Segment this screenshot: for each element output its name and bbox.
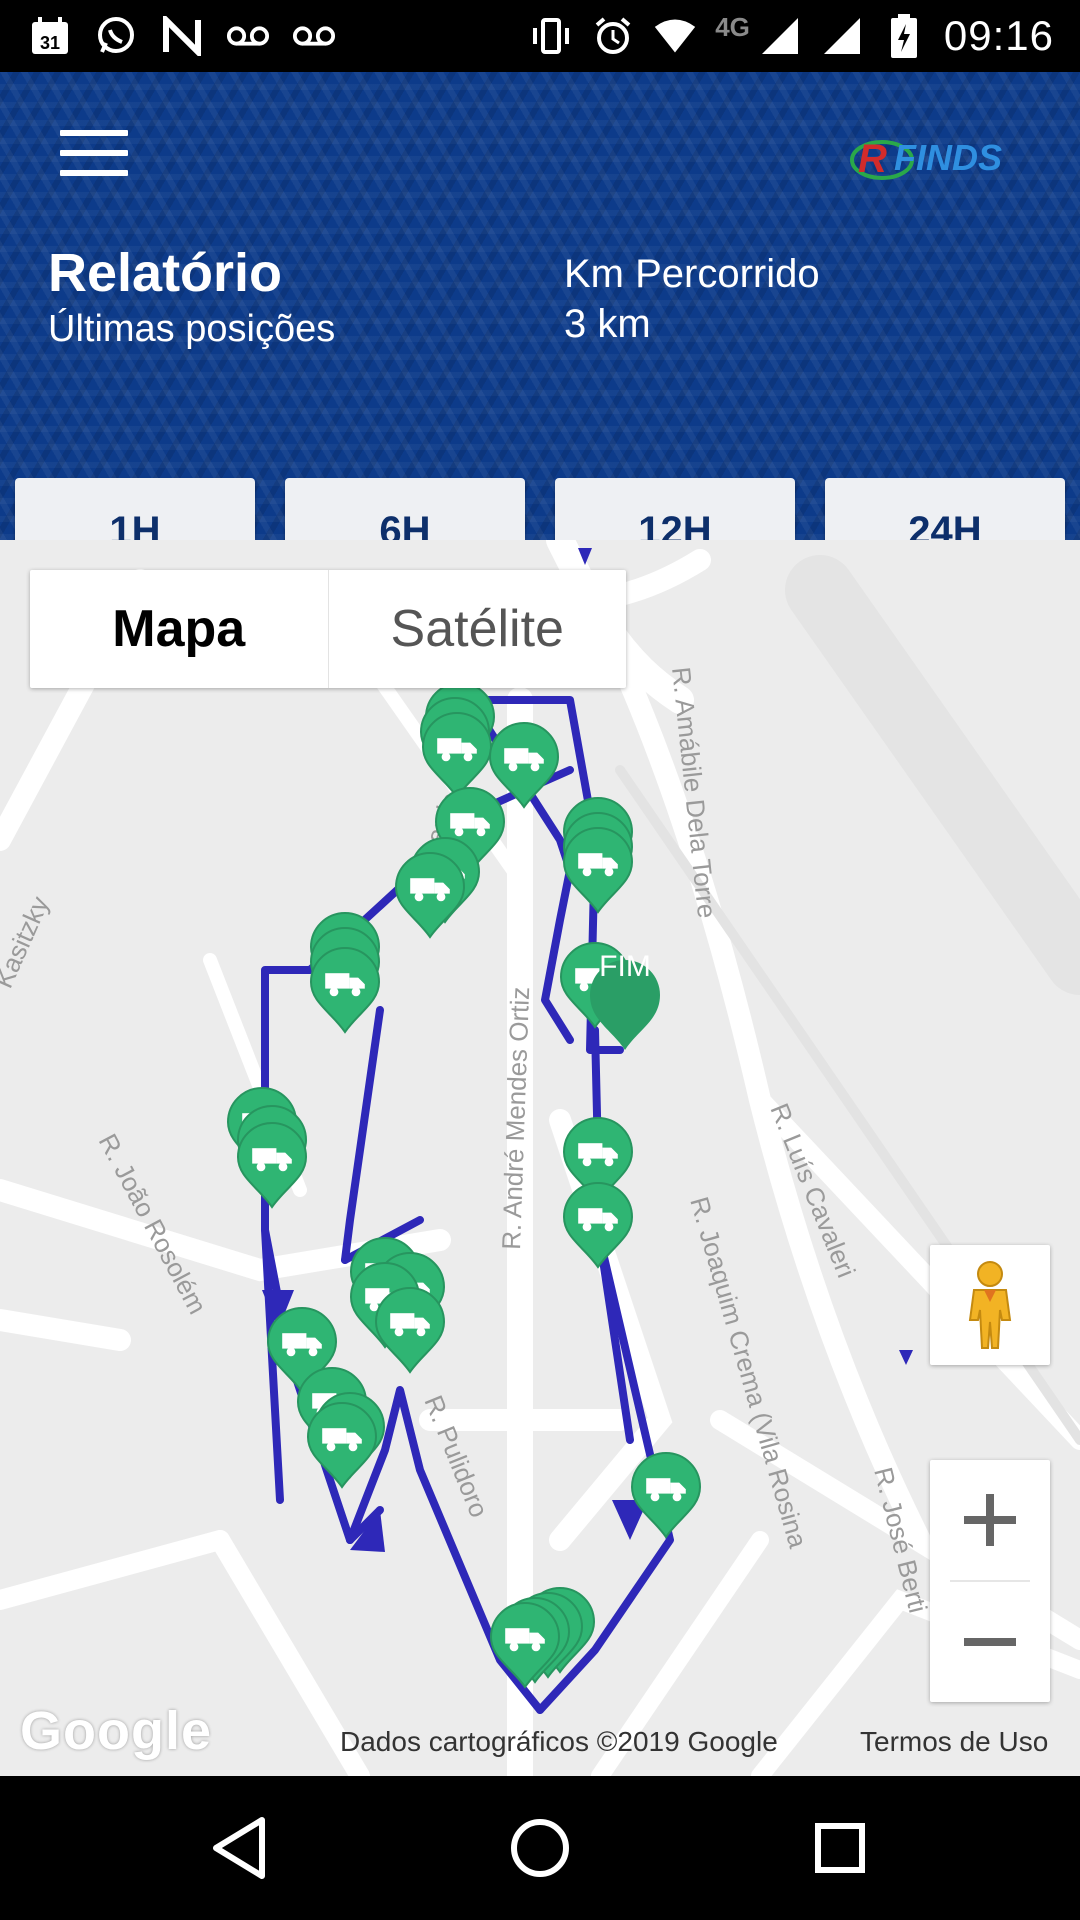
terms-link[interactable]: Termos de Uso <box>860 1726 1048 1758</box>
rfinds-logo: R FINDS <box>844 124 1064 194</box>
svg-text:FINDS: FINDS <box>894 137 1002 178</box>
map-type-satellite-option[interactable]: Satélite <box>327 570 627 688</box>
report-header: R FINDS Relatório Últimas posições Km Pe… <box>0 72 1080 584</box>
end-marker: FIM <box>590 950 660 1050</box>
plus-icon <box>964 1494 1016 1546</box>
route-map[interactable]: R. Amábile Dela Torre R. Ricardo Z R. An… <box>0 540 1080 1776</box>
whatsapp-icon <box>94 14 138 58</box>
signal-icon <box>820 14 864 58</box>
clock: 09:16 <box>943 12 1054 59</box>
voicemail-icon <box>226 14 270 58</box>
svg-text:31: 31 <box>40 33 60 53</box>
km-value: 3 km <box>564 302 651 346</box>
battery-charging-icon <box>882 14 926 58</box>
hamburger-icon <box>60 130 128 136</box>
map-type-toggle: Mapa Satélite <box>30 570 626 688</box>
calendar-icon: 31 <box>28 14 72 58</box>
recents-button[interactable] <box>798 1806 882 1890</box>
street-label: Kasitzky <box>0 892 55 993</box>
end-marker-label: FIM <box>599 950 651 983</box>
home-icon <box>511 1819 569 1877</box>
zoom-in-button[interactable] <box>930 1460 1050 1580</box>
map-canvas: R. Amábile Dela Torre R. Ricardo Z R. An… <box>0 540 1080 1776</box>
back-icon <box>213 1817 265 1879</box>
n-app-icon <box>160 14 204 58</box>
google-logo: Google <box>20 1701 212 1761</box>
home-button[interactable] <box>498 1806 582 1890</box>
svg-text:R: R <box>858 137 887 181</box>
navigation-bar <box>0 1776 1080 1920</box>
map-type-map-option[interactable]: Mapa <box>30 570 328 688</box>
pegman-icon <box>968 1261 1012 1349</box>
km-label: Km Percorrido <box>564 252 820 296</box>
voicemail-icon <box>292 14 336 58</box>
page-title: Relatório <box>48 243 283 303</box>
alarm-icon <box>591 14 635 58</box>
zoom-control <box>930 1460 1050 1702</box>
signal-icon <box>758 14 802 58</box>
street-view-button[interactable] <box>930 1245 1050 1365</box>
vibrate-icon <box>529 14 573 58</box>
recents-icon <box>815 1823 865 1873</box>
status-bar: 31 4G 09:16 <box>0 0 1080 72</box>
wifi-icon <box>653 14 697 58</box>
menu-button[interactable] <box>60 130 128 182</box>
back-button[interactable] <box>198 1806 282 1890</box>
zoom-out-button[interactable] <box>930 1582 1050 1702</box>
minus-icon <box>964 1638 1016 1646</box>
page-subtitle: Últimas posições <box>48 308 336 350</box>
map-attribution: Dados cartográficos ©2019 Google <box>340 1726 778 1757</box>
network-type: 4G <box>715 11 750 42</box>
